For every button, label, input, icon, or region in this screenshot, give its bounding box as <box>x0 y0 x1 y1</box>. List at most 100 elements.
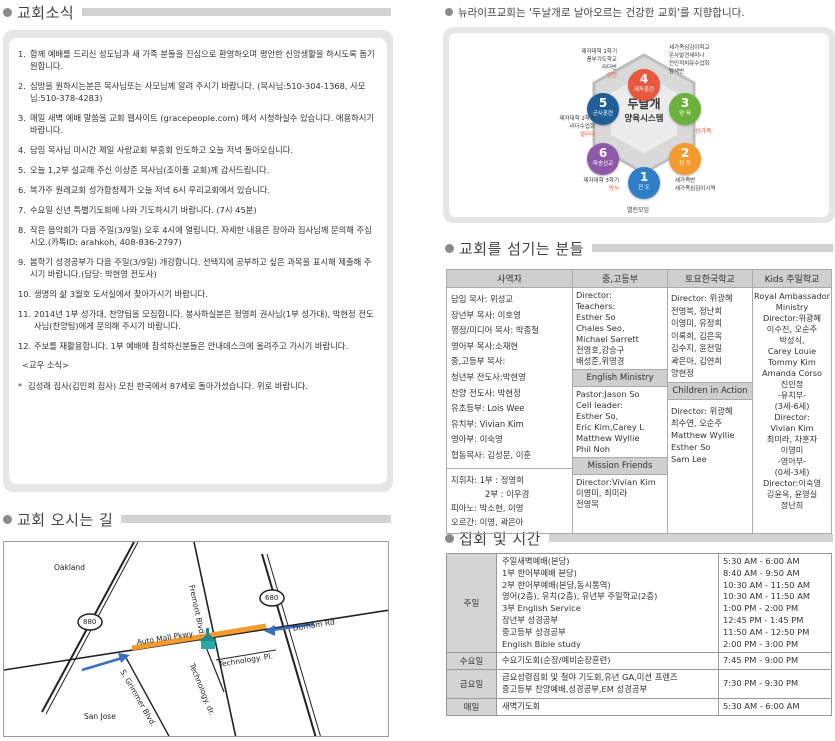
header-bar <box>591 244 833 252</box>
news-item-text: 주보를 재활용합니다. 1부 예배에 참석하신분들은 안내데스크에 올려주고 가… <box>34 341 349 351</box>
kids-line: Vivian Kim <box>770 423 814 433</box>
news-item-text: 오늘 1,2부 설교해 주신 이상준 목사님(조이풀 교회)께 감사드립니다. <box>30 165 270 175</box>
label-880: 880 <box>83 618 97 626</box>
label-680: 680 <box>265 594 279 602</box>
pastor-line: 찬양 전도사: 박현정 <box>451 387 521 398</box>
schedule-event: 장년부 성경공부 <box>502 614 559 625</box>
english-ministry-line: Cell leader: <box>576 400 624 410</box>
english-ministry-list: Pastor:Jason So Cell leader: Esther So, Eri… <box>573 387 667 457</box>
schedule-time: 2:00 PM - 3:00 PM <box>723 638 799 649</box>
children-line: 최수연, 오순주 <box>671 417 723 428</box>
note-right: 성가족 <box>695 128 712 135</box>
news-item-text: 봄학기 성경공부가 다음 주일(3/9일) 개강합니다. 선택지에 공부하고 싶… <box>30 257 372 279</box>
saturday-line: 곽은아, 김연희 <box>671 355 723 366</box>
children-line: Esther So <box>671 441 711 452</box>
schedule-event: 영어(2층), 유치(2층), 유년부 주일학교(2층) <box>502 591 658 602</box>
children-line: Director: 위광혜 <box>671 405 733 416</box>
news-item: 6. 복가주 원레교회 성가합창제가 오늘 저녁 6시 우리교회에서 있습니다. <box>18 184 379 196</box>
news-item-text: 2014년 1부 성가대, 찬양팀을 모집합니다. 봉사하실분은 정영희 권사님… <box>34 309 374 331</box>
header-bar <box>82 8 391 16</box>
member-news-item: * 김성래 집사(김인희 집사) 모친 한국에서 87세로 돌아가셨습니다. 위… <box>18 380 379 392</box>
staff-header: 교회를 섬기는 분들 <box>445 237 833 259</box>
bullet-dot-icon <box>445 8 453 16</box>
mission-friends-list: Director:Vivian Kim 이영미, 최미라 전영목 <box>573 475 667 512</box>
kids-line: 박성식, <box>779 335 805 345</box>
vision-node-label: 제자훈련 <box>633 87 655 93</box>
road-680 <box>266 553 321 736</box>
kids-line: (0세-3세) <box>774 467 810 477</box>
schedule-event: 2부 한어부예배(본당,동시통역) <box>502 579 611 590</box>
kids-list: Royal Ambassador Ministry Director:위광혜 이수진,… <box>753 288 831 514</box>
vision-node-label: 양 육 <box>679 111 691 117</box>
schedule-table: 주일 주일새벽예배(본당) 1부 한어부예배 본당) 2부 한어부예배(본당,동시통역… <box>446 552 832 716</box>
schedule-time: 12:45 PM - 1:45 PM <box>723 614 804 625</box>
children-in-action-head: Children in Action <box>668 381 752 400</box>
officer-line: 피아노: 박소현, 이영 <box>451 502 524 513</box>
news-title: 교회소식 <box>17 3 75 22</box>
news-list: 1. 함께 예배를 드리신 성도님과 새 가족 분들을 진심으로 환영하오며 평안… <box>18 48 379 352</box>
vision-node-number: 2 <box>680 146 690 160</box>
news-item: 7. 수요일 신년 특별기도회에 나와 기도하시기 바랍니다. (7시 45분) <box>18 204 379 216</box>
schedule-event: 수요기도회(순장/예비순장훈련) <box>502 655 611 666</box>
news-item: 3. 매일 새벽 예배 말씀을 교회 웹사이트 (gracepeople.com)… <box>18 112 379 136</box>
kids-line: Tommy Kim <box>768 357 816 367</box>
kids-line: Royal Ambassador <box>754 291 830 301</box>
header-pastors: 사역자 <box>446 269 573 288</box>
vision-node: 1전 도 <box>628 167 660 199</box>
news-item-number: 11. <box>18 309 32 319</box>
news-item-text: 매일 새벽 예배 말씀을 교회 웹사이트 (gracepeople.com) 에… <box>30 113 375 135</box>
news-item-text: 담임 목사님 미시간 제일 사랑교회 부흥회 인도하고 오늘 저녁 돌아오십니다… <box>30 145 294 155</box>
schedule-event: 3부 English Service <box>502 603 581 614</box>
vision-diagram: 두날개 양육시스템 1전 도2정 착3양 육 4 제자훈련 5 군사훈련 6 파송선교 제자… <box>449 33 829 217</box>
youth-cell: Director: Teachers: Esther So Chales Seo, Mi… <box>572 287 668 534</box>
news-header: 교회소식 <box>3 1 391 23</box>
header-kids: Kids 주일학교 <box>752 269 832 288</box>
mission-friends-head: Mission Friends <box>573 457 667 475</box>
schedule-day: 수요일 <box>446 652 497 671</box>
officers-list: 지휘자: 1부 : 정영희 2부 : 이우경 피아노: 박소현, 이영 오르간: 이영… <box>447 467 572 533</box>
youth-line: Chales Seo, <box>576 323 625 333</box>
note-top-left: 제자대학 1학기 풍부기도학교 리더반 인턴 <box>581 49 617 79</box>
schedule-day: 매일 <box>446 697 497 716</box>
saturday-cell: Director: 위광혜 전영복, 정난희 이영미, 유정희 이록희, 김은옥 김수지… <box>667 287 753 534</box>
mission-line: 이영미, 최미라 <box>576 488 628 498</box>
pastor-line: 담임 목사: 위성교 <box>451 294 514 304</box>
schedule-time: 1:00 PM - 2:00 PM <box>723 603 799 614</box>
kids-line: (3세-6세) <box>774 401 810 411</box>
note-top-right: 세가족심김이학교 온사발견세미나 전인적치유수업회 탐색반 <box>669 45 710 75</box>
kids-line: -유치부- <box>777 390 807 400</box>
kids-cell: Royal Ambassador Ministry Director:위광혜 이수진,… <box>752 287 832 534</box>
news-item-number: 10. <box>18 289 32 299</box>
schedule-row: 수요일 수요기도회(순장/예비순장훈련) 7:45 PM - 9:00 PM <box>446 652 832 671</box>
vision-node-number: 5 <box>598 96 608 110</box>
news-item: 12. 주보를 재활용합니다. 1부 예배에 참석하신분들은 안내데스크에 올려주… <box>18 340 379 352</box>
kids-line: -영아부- <box>777 456 807 466</box>
youth-line: Director: <box>576 290 612 300</box>
officer-line: 2부 : 이우경 <box>485 488 530 499</box>
staff-header-row: 사역자 중,고등부 토요한국학교 Kids 주일학교 <box>446 269 832 288</box>
bullet-dot-icon <box>3 514 12 524</box>
bullet-dot-icon <box>445 533 454 543</box>
saturday-line: 양현정 <box>671 368 694 378</box>
news-item-number: 8. <box>18 225 26 235</box>
news-item-number: 12. <box>18 341 32 351</box>
pastor-line: 유치부: Vivian Kim <box>451 418 524 429</box>
schedule-time: 10:30 AM - 11:50 AM <box>723 591 811 602</box>
schedule-times: 7:45 PM - 9:00 PM <box>718 652 832 671</box>
kids-line: Carey Louie <box>767 346 817 356</box>
pastor-line: 행정/미디어 목사: 박종철 <box>451 325 540 336</box>
english-ministry-line: Matthew Wyllie <box>576 433 640 443</box>
bullet-dot-icon <box>3 7 12 17</box>
news-item-text: 수요일 신년 특별기도회에 나와 기도하시기 바랍니다. (7시 45분) <box>30 205 257 215</box>
saturday-line: Director: 위광혜 <box>671 293 733 303</box>
vision-node: 3양 육 <box>669 93 701 125</box>
schedule-day: 주일 <box>446 552 497 654</box>
news-item: 5. 오늘 1,2부 설교해 주신 이상준 목사님(조이풀 교회)께 감사드립니다… <box>18 164 379 176</box>
news-item-text: 복가주 원레교회 성가합창제가 오늘 저녁 6시 우리교회에서 있습니다. <box>30 185 271 195</box>
label-oakland: Oakland <box>54 563 86 572</box>
schedule-row: 매일 새벽기도회 5:30 AM - 6:00 AM <box>446 697 832 716</box>
vision-node-label: 파송선교 <box>592 161 614 167</box>
schedule-events: 주일새벽예배(본당) 1부 한어부예배 본당) 2부 한어부예배(본당,동시통역) 영… <box>496 552 719 654</box>
kids-line: 이수진, 오순주 <box>766 324 818 334</box>
children-line: Sam Lee <box>671 453 707 464</box>
